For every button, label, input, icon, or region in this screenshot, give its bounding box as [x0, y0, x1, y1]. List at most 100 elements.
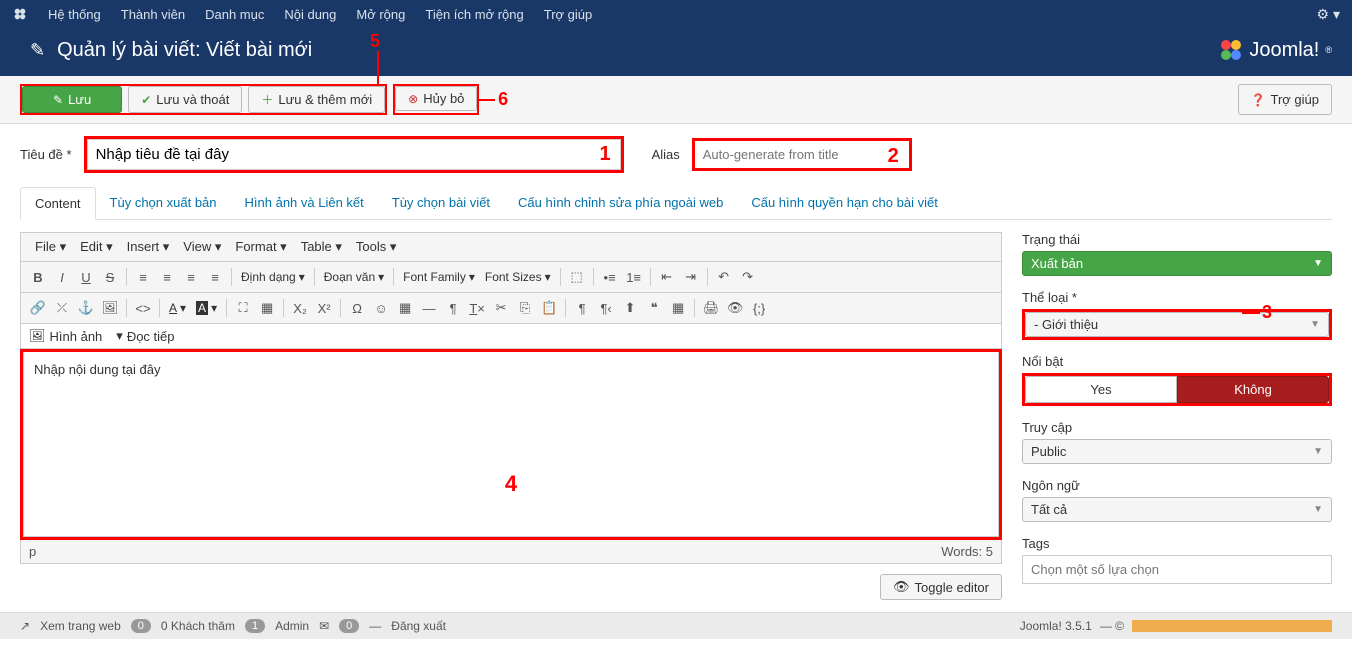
access-select[interactable]: Public▼: [1022, 439, 1332, 464]
save-new-button[interactable]: ＋Lưu & thêm mới: [248, 86, 385, 113]
save-close-button[interactable]: ✔Lưu và thoát: [128, 86, 242, 113]
tab-frontend[interactable]: Cấu hình chỉnh sửa phía ngoài web: [504, 187, 737, 219]
link-icon: ↗: [20, 619, 30, 633]
hr-icon[interactable]: ―: [418, 297, 440, 319]
print-icon[interactable]: 🖨: [700, 297, 722, 319]
status-select[interactable]: Xuất bản▼: [1022, 251, 1332, 276]
visitors-badge[interactable]: 0: [131, 619, 151, 633]
indent-icon[interactable]: ⇥: [680, 266, 702, 288]
menu-tools[interactable]: Tools ▾: [350, 237, 403, 257]
nav-system[interactable]: Hệ thống: [38, 7, 111, 22]
align-justify-icon[interactable]: ≡: [204, 266, 226, 288]
pencil-icon: ✎: [30, 40, 45, 61]
bgcolor-icon[interactable]: A ▾: [192, 301, 221, 315]
image-icon[interactable]: 🖼: [99, 297, 121, 319]
align-left-icon[interactable]: ≡: [132, 266, 154, 288]
menu-table[interactable]: Table ▾: [295, 237, 348, 257]
braces-icon[interactable]: {;}: [748, 297, 770, 319]
link-icon[interactable]: 🔗: [27, 297, 49, 319]
category-select[interactable]: - Giới thiệu▼: [1025, 312, 1329, 337]
emoji-icon[interactable]: ☺: [370, 297, 392, 319]
quote-icon[interactable]: ❝: [643, 297, 665, 319]
view-site-link[interactable]: Xem trang web: [40, 619, 121, 633]
template-icon[interactable]: ▦: [667, 297, 689, 319]
readmore-button[interactable]: ▾ Đọc tiếp: [116, 328, 174, 344]
clear-icon[interactable]: T×: [466, 297, 488, 319]
admin-badge[interactable]: 1: [245, 619, 265, 633]
underline-icon[interactable]: U: [75, 266, 97, 288]
copy-icon[interactable]: ⎘: [514, 297, 536, 319]
tags-input[interactable]: [1022, 555, 1332, 584]
pilcrow-icon[interactable]: ¶: [442, 297, 464, 319]
code-icon[interactable]: <>: [132, 297, 154, 319]
omega-icon[interactable]: Ω: [346, 297, 368, 319]
cancel-icon: ⊗: [408, 92, 418, 106]
table-icon[interactable]: ▦: [256, 297, 278, 319]
insert-image-button[interactable]: 🖼 Hình ảnh: [29, 328, 102, 344]
tab-publish[interactable]: Tùy chọn xuất bản: [96, 187, 231, 219]
strike-icon[interactable]: S: [99, 266, 121, 288]
cut-icon[interactable]: ✂: [490, 297, 512, 319]
tab-article-opts[interactable]: Tùy chọn bài viết: [378, 187, 504, 219]
rtl-icon[interactable]: ¶‹: [595, 297, 617, 319]
redo-icon[interactable]: ↷: [737, 266, 759, 288]
nav-extensions[interactable]: Mở rộng: [346, 7, 415, 22]
paste-icon[interactable]: 📋: [538, 297, 560, 319]
menu-file[interactable]: File ▾: [29, 237, 72, 257]
editor-toolbar-1: B I U S ≡ ≡ ≡ ≡ Định dạng ▾ Đoạn văn ▾ F…: [20, 262, 1002, 293]
alias-input[interactable]: [695, 141, 909, 168]
italic-icon[interactable]: I: [51, 266, 73, 288]
bold-icon[interactable]: B: [27, 266, 49, 288]
title-input[interactable]: [87, 139, 621, 170]
menu-view[interactable]: View ▾: [177, 237, 227, 257]
msg-badge[interactable]: 0: [339, 619, 359, 633]
tab-images[interactable]: Hình ảnh và Liên kết: [231, 187, 378, 219]
nav-categories[interactable]: Danh mục: [195, 7, 274, 22]
cancel-button[interactable]: ⊗Hủy bỏ: [395, 86, 477, 111]
logout-link[interactable]: Đăng xuất: [391, 619, 446, 633]
save-button[interactable]: ✎Lưu: [22, 86, 122, 113]
sup-icon[interactable]: X²: [313, 297, 335, 319]
help-button[interactable]: ❓Trợ giúp: [1238, 84, 1332, 115]
featured-yes[interactable]: Yes: [1025, 376, 1177, 403]
nav-content[interactable]: Nội dung: [274, 7, 346, 22]
font-family-select[interactable]: Font Family ▾: [399, 270, 479, 284]
nav-members[interactable]: Thành viên: [111, 7, 195, 22]
align-center-icon[interactable]: ≡: [156, 266, 178, 288]
fullscreen-icon[interactable]: ⛶: [232, 297, 254, 319]
featured-no[interactable]: Không: [1177, 376, 1329, 403]
mail-icon[interactable]: ✉: [319, 619, 329, 633]
sub-icon[interactable]: X₂: [289, 297, 311, 319]
upload-icon[interactable]: ⬆: [619, 297, 641, 319]
paragraph-select[interactable]: Đoạn văn ▾: [320, 270, 388, 284]
language-select[interactable]: Tất cả▼: [1022, 497, 1332, 522]
annotation-2: 2: [888, 145, 899, 168]
remove-format-icon[interactable]: ⬚: [566, 266, 588, 288]
editor-body[interactable]: Nhập nội dung tại đây: [23, 352, 999, 537]
format-select[interactable]: Định dạng ▾: [237, 270, 309, 284]
para-icon[interactable]: ¶: [571, 297, 593, 319]
unlink-icon[interactable]: ⤫: [51, 297, 73, 319]
tab-content[interactable]: Content: [20, 187, 96, 220]
list-ul-icon[interactable]: •≡: [599, 266, 621, 288]
menu-insert[interactable]: Insert ▾: [121, 237, 176, 257]
undo-icon[interactable]: ↶: [713, 266, 735, 288]
menu-format[interactable]: Format ▾: [229, 237, 292, 257]
media-icon[interactable]: ▦: [394, 297, 416, 319]
editor-statusbar: p Words: 5: [20, 540, 1002, 564]
nav-help[interactable]: Trợ giúp: [534, 7, 603, 22]
editor-toolbar-2: 🔗 ⤫ ⚓ 🖼 <> A ▾ A ▾ ⛶ ▦ X₂ X² Ω ☺ ▦ ―: [20, 293, 1002, 324]
textcolor-icon[interactable]: A ▾: [165, 301, 190, 315]
language-label: Ngôn ngữ: [1022, 478, 1332, 493]
gear-icon[interactable]: ⚙ ▾: [1317, 6, 1340, 23]
preview-icon[interactable]: 👁: [724, 297, 746, 319]
outdent-icon[interactable]: ⇤: [656, 266, 678, 288]
tab-permissions[interactable]: Cấu hình quyền hạn cho bài viết: [737, 187, 951, 219]
anchor-icon[interactable]: ⚓: [75, 297, 97, 319]
menu-edit[interactable]: Edit ▾: [74, 237, 119, 257]
nav-plugins[interactable]: Tiện ích mở rộng: [415, 7, 533, 22]
align-right-icon[interactable]: ≡: [180, 266, 202, 288]
toggle-editor-button[interactable]: 👁 Toggle editor: [880, 574, 1002, 600]
list-ol-icon[interactable]: 1≡: [623, 266, 645, 288]
font-size-select[interactable]: Font Sizes ▾: [481, 270, 555, 284]
